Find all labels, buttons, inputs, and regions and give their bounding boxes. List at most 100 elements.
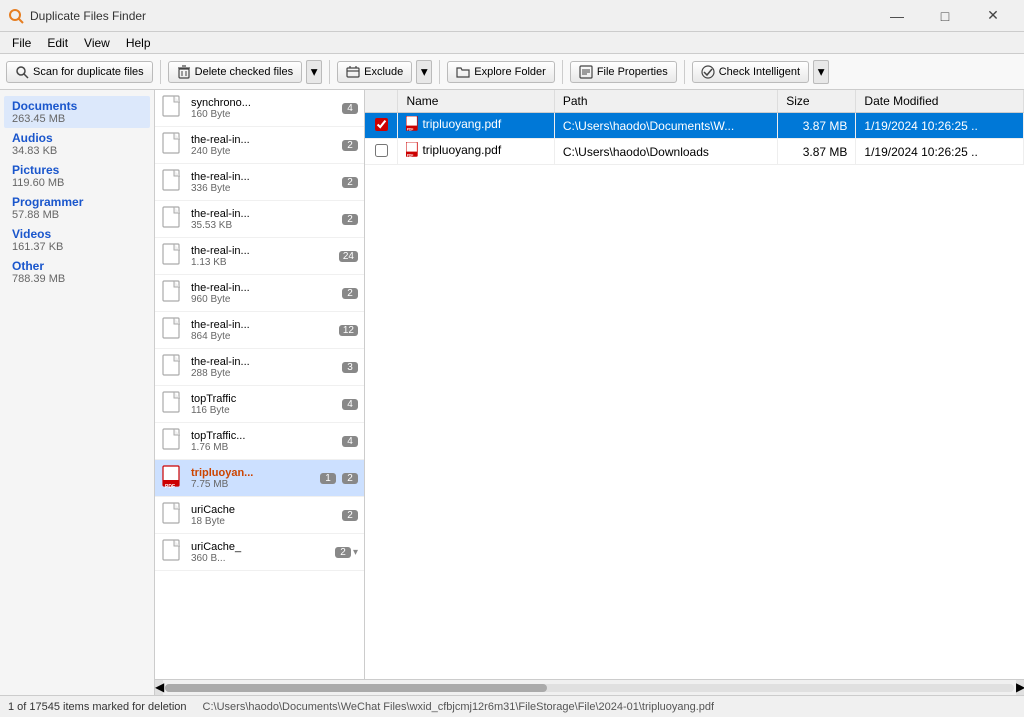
status-path: C:\Users\haodo\Documents\WeChat Files\wx…: [203, 701, 715, 713]
file-size: 864 Byte: [191, 331, 335, 342]
list-item[interactable]: the-real-in... 864 Byte 12: [155, 312, 364, 349]
hscroll-right-arrow[interactable]: ▶: [1016, 680, 1024, 695]
file-icon: [161, 131, 185, 159]
scan-button[interactable]: Scan for duplicate files: [6, 61, 153, 83]
titlebar: Duplicate Files Finder — □ ✕: [0, 0, 1024, 32]
table-row[interactable]: PDF tripluoyang.pdf C:\Users\haodo\Docum…: [365, 113, 1024, 139]
explore-label: Explore Folder: [474, 66, 546, 78]
delete-dropdown[interactable]: ▾: [306, 60, 322, 84]
list-item-selected[interactable]: PDF tripluoyan... 7.75 MB 1 2: [155, 460, 364, 497]
list-item[interactable]: the-real-in... 960 Byte 2: [155, 275, 364, 312]
file-size: 160 Byte: [191, 109, 338, 120]
sidebar-item-audios[interactable]: Audios 34.83 KB: [4, 128, 150, 160]
hscrollbar[interactable]: ◀ ▶: [365, 679, 1024, 695]
file-info: the-real-in... 864 Byte: [191, 319, 335, 342]
hscroll-thumb[interactable]: [365, 684, 547, 692]
file-name: the-real-in...: [191, 282, 338, 294]
sidebar-item-other[interactable]: Other 788.39 MB: [4, 256, 150, 288]
pdf-icon: PDF: [406, 116, 419, 132]
file-icon: [161, 353, 185, 381]
file-info: topTraffic... 1.76 MB: [191, 430, 338, 453]
check-intelligent-button[interactable]: Check Intelligent: [692, 61, 809, 83]
file-badges: 1 2: [316, 473, 358, 484]
file-size: 116 Byte: [191, 405, 338, 416]
col-header-date[interactable]: Date Modified: [856, 90, 1024, 113]
maximize-button[interactable]: □: [922, 0, 968, 32]
close-button[interactable]: ✕: [970, 0, 1016, 32]
row-date: 1/19/2024 10:26:25 ..: [864, 119, 977, 133]
file-badge: 4: [342, 436, 358, 447]
exclude-button[interactable]: Exclude: [337, 61, 412, 83]
statusbar: 1 of 17545 items marked for deletion C:\…: [0, 695, 1024, 717]
row-checkbox-cell[interactable]: [365, 113, 398, 139]
file-badge: 12: [339, 325, 358, 336]
menu-file[interactable]: File: [4, 34, 39, 52]
list-item[interactable]: the-real-in... 240 Byte 2: [155, 127, 364, 164]
menu-view[interactable]: View: [76, 34, 118, 52]
sidebar-item-programmer-size: 57.88 MB: [12, 209, 142, 221]
check-label: Check Intelligent: [719, 66, 800, 78]
sidebar-item-videos-name: Videos: [12, 227, 142, 241]
sidebar-item-videos[interactable]: Videos 161.37 KB: [4, 224, 150, 256]
row-checkbox[interactable]: [375, 118, 388, 131]
file-list-scroll[interactable]: synchrono... 160 Byte 4 the-real-in... 2…: [155, 90, 364, 695]
file-badge: 2: [342, 510, 358, 521]
file-info: uriCache 18 Byte: [191, 504, 338, 527]
list-item[interactable]: topTraffic... 1.76 MB 4: [155, 423, 364, 460]
sidebar-item-pictures[interactable]: Pictures 119.60 MB: [4, 160, 150, 192]
list-item[interactable]: the-real-in... 288 Byte 3: [155, 349, 364, 386]
row-path-cell: C:\Users\haodo\Documents\W...: [554, 113, 777, 139]
file-info: the-real-in... 35.53 KB: [191, 208, 338, 231]
sidebar-item-documents[interactable]: Documents 263.45 MB: [4, 96, 150, 128]
check-dropdown[interactable]: ▾: [813, 60, 829, 84]
list-item[interactable]: the-real-in... 336 Byte 2: [155, 164, 364, 201]
toolbar-sep-1: [160, 60, 161, 84]
delete-button[interactable]: Delete checked files: [168, 61, 302, 83]
col-header-name[interactable]: Name: [398, 90, 554, 113]
row-checkbox-cell[interactable]: [365, 139, 398, 165]
minimize-button[interactable]: —: [874, 0, 920, 32]
file-size: 360 B...: [191, 553, 331, 564]
row-checkbox[interactable]: [375, 144, 388, 157]
row-size-cell: 3.87 MB: [778, 113, 856, 139]
delete-label: Delete checked files: [195, 66, 293, 78]
table-header-row: Name Path Size Date Modified: [365, 90, 1024, 113]
file-icon: [161, 279, 185, 307]
sidebar-item-other-size: 788.39 MB: [12, 273, 142, 285]
file-size: 336 Byte: [191, 183, 338, 194]
file-icon: [161, 316, 185, 344]
properties-label: File Properties: [597, 66, 668, 78]
list-item[interactable]: topTraffic 116 Byte 4: [155, 386, 364, 423]
delete-icon: [177, 65, 191, 79]
table-row[interactable]: PDF tripluoyang.pdf C:\Users\haodo\Downl…: [365, 139, 1024, 165]
menu-help[interactable]: Help: [118, 34, 159, 52]
file-name: uriCache_: [191, 541, 331, 553]
file-name: topTraffic...: [191, 430, 338, 442]
sidebar-item-other-name: Other: [12, 259, 142, 273]
list-item[interactable]: uriCache_ 360 B... 2 ▾: [155, 534, 364, 571]
list-item[interactable]: uriCache 18 Byte 2: [155, 497, 364, 534]
col-header-path[interactable]: Path: [554, 90, 777, 113]
toolbar: Scan for duplicate files Delete checked …: [0, 54, 1024, 90]
sidebar-item-programmer[interactable]: Programmer 57.88 MB: [4, 192, 150, 224]
exclude-dropdown[interactable]: ▾: [416, 60, 432, 84]
svg-text:PDF: PDF: [407, 127, 413, 131]
file-size: 240 Byte: [191, 146, 338, 157]
file-badge: 2: [342, 177, 358, 188]
properties-button[interactable]: File Properties: [570, 61, 677, 83]
list-item[interactable]: synchrono... 160 Byte 4: [155, 90, 364, 127]
file-name: the-real-in...: [191, 134, 338, 146]
file-info: the-real-in... 1.13 KB: [191, 245, 335, 268]
file-badge: 4: [342, 103, 358, 114]
file-size: 35.53 KB: [191, 220, 338, 231]
file-info: the-real-in... 336 Byte: [191, 171, 338, 194]
menu-edit[interactable]: Edit: [39, 34, 76, 52]
file-badge: 2: [335, 547, 351, 558]
file-badge: 2: [342, 214, 358, 225]
col-header-size[interactable]: Size: [778, 90, 856, 113]
list-item[interactable]: the-real-in... 35.53 KB 2: [155, 201, 364, 238]
list-item[interactable]: the-real-in... 1.13 KB 24: [155, 238, 364, 275]
explore-button[interactable]: Explore Folder: [447, 61, 555, 83]
status-items-info: 1 of 17545 items marked for deletion: [8, 701, 187, 713]
file-name: the-real-in...: [191, 171, 338, 183]
